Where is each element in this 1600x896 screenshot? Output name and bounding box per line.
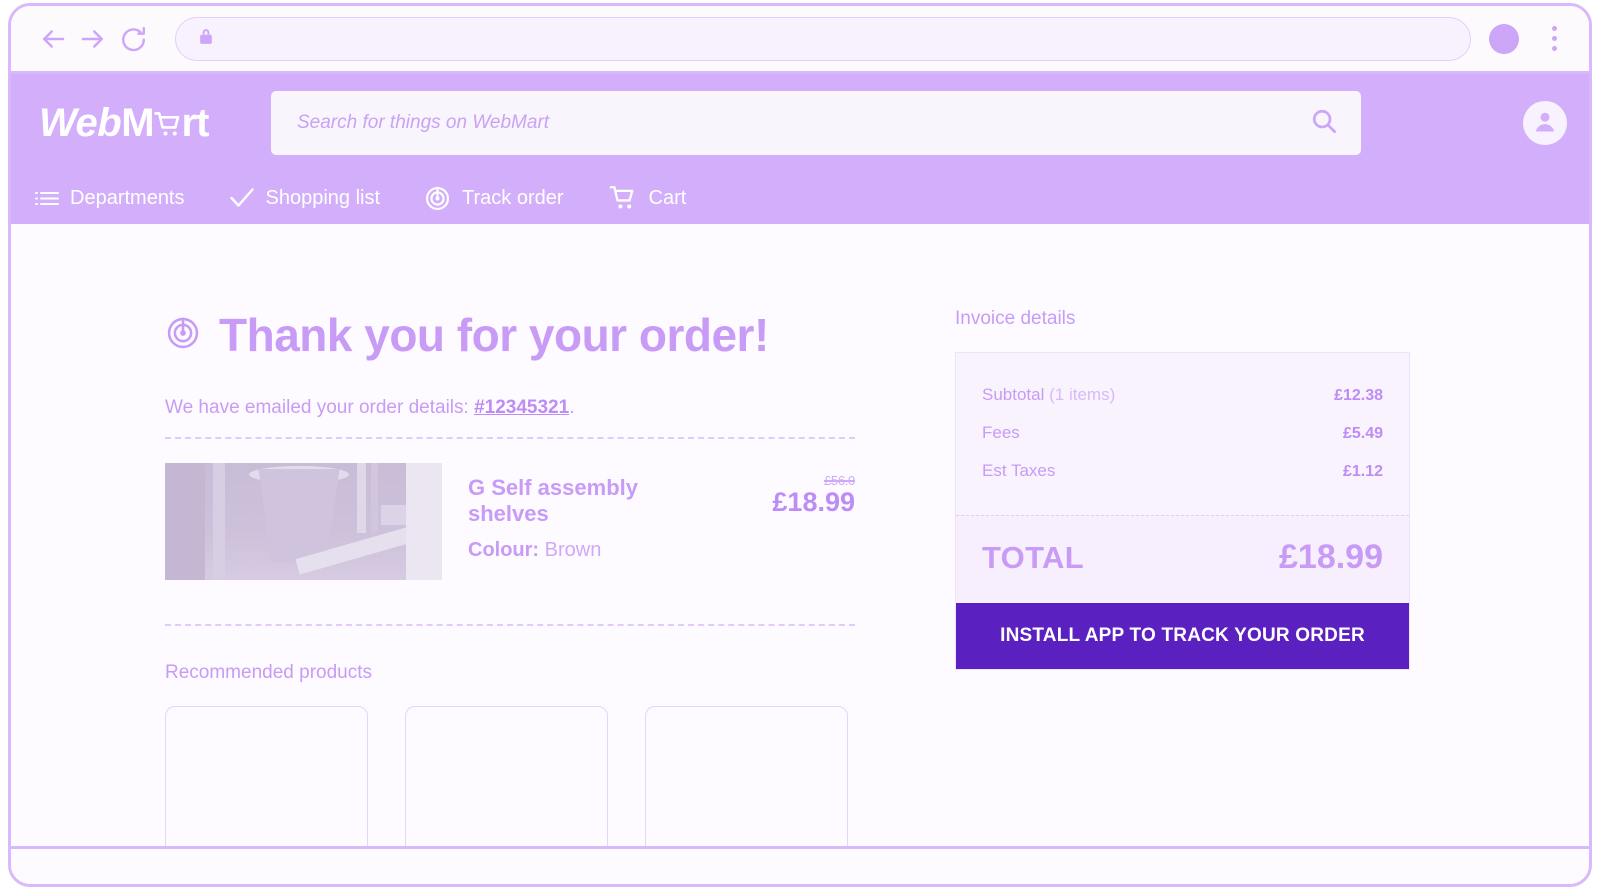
invoice-line-label: Subtotal (1 items)	[982, 385, 1115, 405]
browser-toolbar	[11, 6, 1589, 74]
page-title-text: Thank you for your order!	[219, 309, 769, 361]
brand-logo-part3: rt	[181, 100, 210, 145]
sidebar-item-track-order[interactable]: Track order	[424, 185, 564, 212]
search-bar[interactable]: Search for things on WebMart	[271, 91, 1361, 155]
reload-button[interactable]	[113, 19, 153, 59]
arrow-left-icon	[38, 24, 68, 54]
invoice-line-label-text: Subtotal	[982, 385, 1045, 404]
back-button[interactable]	[33, 19, 73, 59]
product-image[interactable]	[165, 463, 442, 580]
nav-label: Cart	[648, 186, 687, 209]
nav-label: Departments	[70, 186, 185, 209]
brand-logo-part2: M	[121, 100, 154, 145]
product-colour: Colour: Brown	[468, 539, 719, 562]
recommended-product-card[interactable]	[405, 706, 608, 846]
radar-target-icon	[165, 308, 201, 362]
order-intro-text: We have emailed your order details:	[165, 397, 475, 418]
recommended-product-card[interactable]	[645, 706, 848, 846]
invoice-line: Est Taxes £1.12	[982, 455, 1383, 493]
list-menu-icon	[35, 189, 59, 208]
browser-window-bottom-bar	[11, 846, 1589, 884]
order-id-link[interactable]: #12345321	[474, 397, 569, 418]
recommended-product-card[interactable]	[165, 706, 368, 846]
site-header: Web M rt Search for things on WebMart De…	[11, 74, 1589, 224]
install-app-button[interactable]: INSTALL APP TO TRACK YOUR ORDER	[956, 603, 1409, 669]
page-body: Thank you for your order! We have emaile…	[11, 224, 1589, 846]
shopping-cart-icon	[153, 104, 183, 135]
radar-target-icon	[424, 185, 451, 212]
arrow-right-icon	[78, 24, 108, 54]
invoice-line-value: £5.49	[1342, 425, 1383, 442]
order-outro-text: .	[569, 397, 575, 418]
divider	[165, 624, 855, 626]
invoice-line-items: Subtotal (1 items) £12.38 Fees £5.49 Est…	[956, 353, 1409, 515]
nav-label: Shopping list	[265, 186, 381, 209]
product-price: £18.99	[772, 487, 855, 517]
reload-icon	[119, 24, 148, 53]
invoice-line-label-text: Fees	[982, 423, 1020, 442]
invoice-line-label: Fees	[982, 423, 1020, 443]
page-title: Thank you for your order!	[165, 308, 855, 362]
brand-logo[interactable]: Web M rt	[39, 101, 271, 146]
sidebar-item-shopping-list[interactable]: Shopping list	[229, 186, 381, 210]
invoice-details-title: Invoice details	[955, 308, 1076, 329]
browser-window: Web M rt Search for things on WebMart De…	[8, 3, 1592, 887]
order-summary-column: Thank you for your order! We have emaile…	[165, 308, 855, 846]
invoice-total-row: TOTAL £18.99	[956, 515, 1409, 603]
shopping-cart-icon	[608, 184, 638, 212]
sidebar-item-cart[interactable]: Cart	[608, 184, 687, 212]
recommended-products-title: Recommended products	[165, 662, 372, 683]
account-avatar[interactable]	[1523, 101, 1567, 145]
invoice-line: Fees £5.49	[982, 417, 1383, 455]
site-nav: Departments Shopping list Track order Ca…	[11, 172, 1589, 224]
invoice-line-label: Est Taxes	[982, 461, 1055, 481]
recommended-products-grid	[165, 706, 855, 846]
product-title[interactable]: G Self assembly shelves	[468, 475, 719, 527]
search-icon[interactable]	[1309, 106, 1339, 141]
invoice-total-label: TOTAL	[982, 539, 1084, 575]
browser-menu-button[interactable]	[1541, 22, 1567, 56]
content-area: Thank you for your order! We have emaile…	[165, 224, 1435, 846]
check-icon	[229, 187, 255, 209]
brand-logo-part1: Web	[39, 100, 122, 145]
order-confirmation-text: We have emailed your order details: #123…	[165, 397, 855, 419]
invoice-line-sublabel: (1 items)	[1044, 385, 1116, 404]
search-input[interactable]: Search for things on WebMart	[297, 112, 1309, 134]
invoice-line-value: £12.38	[1334, 387, 1383, 404]
order-item-row: G Self assembly shelves Colour: Brown £5…	[165, 439, 855, 606]
product-price-block: £56.0 £18.99	[745, 463, 855, 518]
forward-button[interactable]	[73, 19, 113, 59]
product-info: G Self assembly shelves Colour: Brown	[468, 463, 719, 562]
kebab-menu-icon-dot	[1551, 46, 1557, 51]
invoice-column: Invoice details Subtotal (1 items) £12.3…	[955, 308, 1410, 846]
address-bar[interactable]	[175, 16, 1471, 61]
browser-profile-button[interactable]	[1489, 23, 1519, 54]
lock-icon	[196, 26, 216, 51]
product-old-price: £56.0	[823, 473, 855, 488]
product-colour-value: Brown	[544, 539, 602, 561]
kebab-menu-icon-dot	[1551, 36, 1557, 41]
invoice-line-value: £1.12	[1342, 463, 1383, 480]
sidebar-item-departments[interactable]: Departments	[35, 187, 185, 210]
user-account-icon	[1530, 106, 1560, 141]
invoice-card: Subtotal (1 items) £12.38 Fees £5.49 Est…	[955, 352, 1410, 670]
site-header-top-row: Web M rt Search for things on WebMart	[11, 74, 1589, 172]
invoice-line: Subtotal (1 items) £12.38	[982, 379, 1383, 417]
nav-label: Track order	[462, 186, 564, 209]
kebab-menu-icon-dot	[1551, 26, 1557, 31]
invoice-line-label-text: Est Taxes	[982, 461, 1056, 480]
product-colour-label: Colour:	[468, 539, 540, 561]
invoice-total-value: £18.99	[1279, 538, 1383, 576]
